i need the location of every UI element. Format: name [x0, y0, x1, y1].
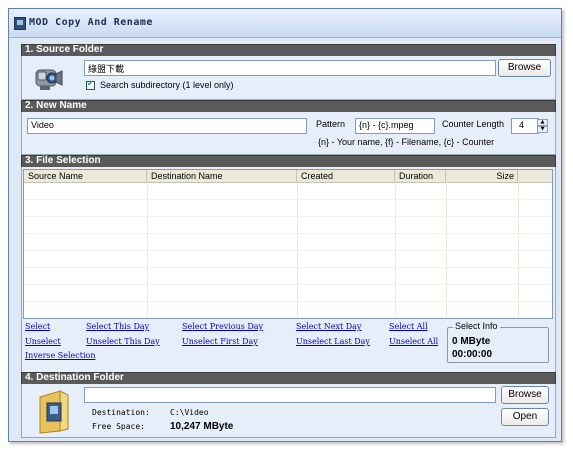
source-panel: 綠盟下載 Browse Search subdirectory (1 level…: [21, 56, 556, 100]
main-window: MOD Copy And Rename 1. Source Folder 綠盟下…: [8, 8, 562, 442]
grid-line: [24, 250, 552, 251]
subdir-label: Search subdirectory (1 level only): [100, 80, 234, 90]
grid-line: [24, 216, 552, 217]
destination-label: Destination:: [92, 408, 150, 417]
destination-path-field[interactable]: [84, 387, 496, 403]
grid-line: [24, 284, 552, 285]
inverse-selection-link[interactable]: Inverse Selection: [25, 351, 96, 360]
column-source-name[interactable]: Source Name: [24, 170, 147, 182]
column-destination-name[interactable]: Destination Name: [147, 170, 297, 182]
counter-length-field[interactable]: 4: [511, 118, 539, 134]
select-next-day-link[interactable]: Select Next Day: [296, 322, 361, 331]
file-table[interactable]: Source Name Destination Name Created Dur…: [23, 169, 553, 319]
select-info-size: 0 MByte: [452, 336, 491, 347]
select-info-title: Select Info: [453, 321, 500, 331]
select-all-link[interactable]: Select All: [389, 322, 428, 331]
source-browse-button[interactable]: Browse: [498, 59, 551, 77]
unselect-this-day-link[interactable]: Unselect This Day: [86, 337, 160, 346]
section-files-title: 3. File Selection: [25, 155, 101, 166]
unselect-last-day-link[interactable]: Unselect Last Day: [296, 337, 370, 346]
grid-line: [24, 233, 552, 234]
name-field[interactable]: Video: [27, 118, 307, 134]
app-icon: [14, 17, 26, 30]
grid-line: [24, 301, 552, 302]
select-this-day-link[interactable]: Select This Day: [86, 322, 149, 331]
select-previous-day-link[interactable]: Select Previous Day: [182, 322, 263, 331]
title-bar[interactable]: MOD Copy And Rename: [9, 9, 561, 38]
column-size[interactable]: Size: [446, 170, 518, 182]
section-source-title: 1. Source Folder: [25, 44, 104, 55]
unselect-all-link[interactable]: Unselect All: [389, 337, 445, 346]
file-table-header: Source Name Destination Name Created Dur…: [24, 170, 552, 183]
newname-panel: Video Pattern {n} - {c}.mpeg Counter Len…: [21, 112, 556, 155]
destination-panel: Browse Open Destination: C:\Video Free S…: [21, 384, 556, 438]
unselect-first-day-link[interactable]: Unselect First Day: [182, 337, 258, 346]
destination-value: C:\Video: [170, 408, 209, 417]
folder-icon: [39, 390, 69, 434]
column-created[interactable]: Created: [297, 170, 395, 182]
open-button[interactable]: Open: [501, 408, 549, 426]
select-info-group: Select Info 0 MByte 00:00:00: [447, 321, 549, 363]
window-title: MOD Copy And Rename: [29, 17, 153, 28]
column-duration[interactable]: Duration: [395, 170, 446, 182]
spin-down-icon[interactable]: ▼: [537, 126, 548, 133]
grid-line: [24, 199, 552, 200]
camcorder-icon: [35, 69, 63, 90]
pattern-hint: {n} - Your name, {f} - Filename, {c} - C…: [318, 137, 495, 147]
select-info-duration: 00:00:00: [452, 349, 493, 360]
spin-up-icon[interactable]: ▲: [537, 119, 548, 126]
counter-length-spinner[interactable]: ▲ ▼: [537, 119, 548, 133]
grid-line: [24, 267, 552, 268]
pattern-label: Pattern: [316, 119, 346, 129]
counter-length-label: Counter Length: [442, 119, 505, 129]
free-space-value: 10,247 MByte: [170, 421, 234, 432]
free-space-label: Free Space:: [92, 422, 145, 431]
select-link[interactable]: Select: [25, 322, 50, 331]
section-destination-title: 4. Destination Folder: [25, 372, 124, 383]
destination-browse-button[interactable]: Browse: [501, 386, 549, 404]
source-path-field[interactable]: 綠盟下載: [84, 60, 496, 76]
unselect-link[interactable]: Unselect: [25, 337, 61, 346]
pattern-field[interactable]: {n} - {c}.mpeg: [355, 118, 435, 134]
section-newname-title: 2. New Name: [25, 100, 87, 111]
column-filler: [518, 170, 552, 182]
subdir-checkbox[interactable]: [86, 79, 95, 90]
